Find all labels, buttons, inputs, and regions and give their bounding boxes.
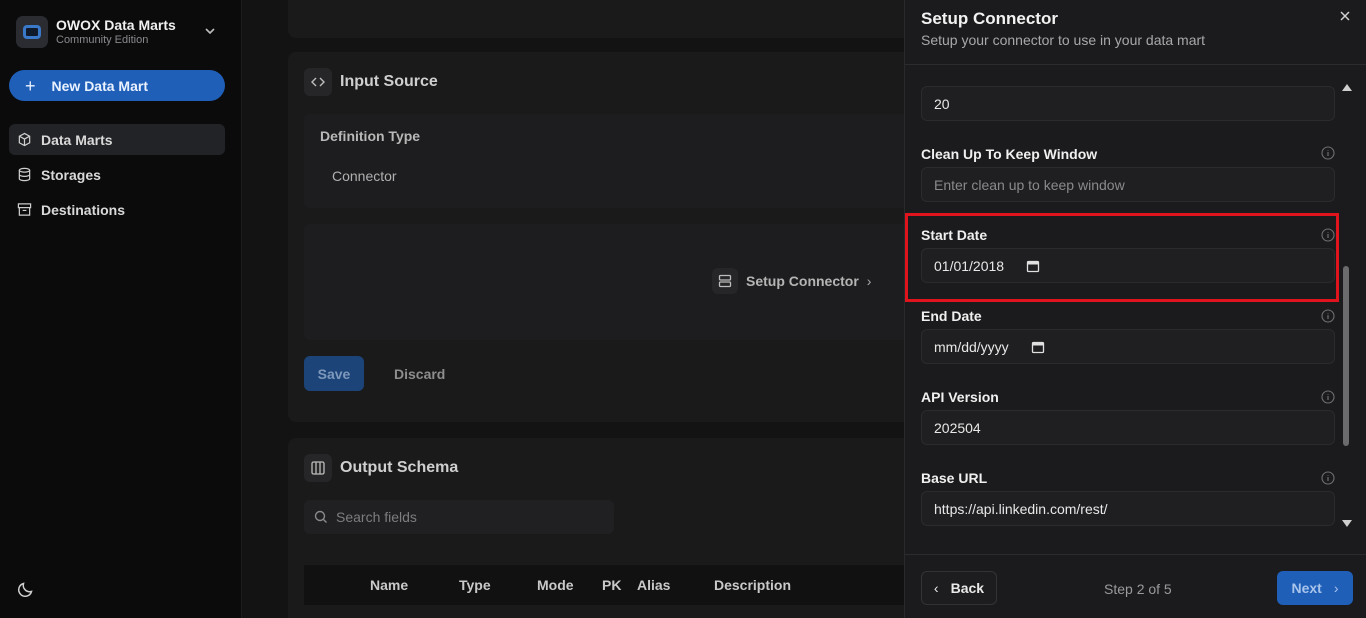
- discard-button[interactable]: Discard: [394, 356, 445, 391]
- columns-icon: [304, 454, 332, 482]
- chevron-down-icon[interactable]: [202, 23, 218, 39]
- back-label: Back: [950, 580, 985, 596]
- input-source-title: Input Source: [340, 73, 438, 90]
- api-version-label: API Version: [921, 389, 999, 405]
- base-url-label: Base URL: [921, 470, 988, 486]
- archive-icon: [17, 203, 32, 216]
- start-date-value: 01/01/2018: [934, 257, 1005, 274]
- cleanup-window-label: Clean Up To Keep Window: [921, 146, 1098, 162]
- database-icon: [18, 167, 31, 182]
- brand-switcher[interactable]: OWOX Data Marts Community Edition: [16, 15, 226, 49]
- sidebar-nav: Data Marts Storages Destinations: [9, 124, 225, 229]
- save-button[interactable]: Save: [304, 356, 364, 391]
- app-root: OWOX Data Marts Community Edition + New …: [0, 0, 1366, 618]
- info-icon[interactable]: [1321, 309, 1335, 323]
- column-header-description[interactable]: Description: [714, 577, 791, 593]
- output-schema-title: Output Schema: [340, 459, 459, 476]
- sidebar-item-data-marts[interactable]: Data Marts: [9, 124, 225, 155]
- definition-type-label: Definition Type: [320, 128, 421, 144]
- top-card: [288, 0, 904, 38]
- close-icon[interactable]: [1337, 8, 1353, 24]
- step-indicator: Step 2 of 5: [1104, 581, 1172, 597]
- column-header-name[interactable]: Name: [370, 577, 408, 593]
- start-date-label: Start Date: [921, 227, 988, 243]
- new-data-mart-label: New Data Mart: [51, 77, 148, 94]
- calendar-icon[interactable]: [1026, 259, 1040, 273]
- drawer-scrollbar[interactable]: [1339, 80, 1353, 532]
- sidebar-item-label: Storages: [41, 166, 101, 183]
- scroll-down-arrow[interactable]: [1342, 520, 1352, 527]
- chevron-left-icon: ‹: [933, 580, 939, 596]
- moon-icon[interactable]: [17, 580, 35, 598]
- definition-type-block: Definition Type Connector: [304, 114, 904, 208]
- drawer-subtitle: Setup your connector to use in your data…: [921, 32, 1206, 48]
- api-version-input[interactable]: 202504: [921, 410, 1335, 445]
- schema-table-header: Name Type Mode PK Alias Description: [304, 565, 904, 605]
- info-icon[interactable]: [1321, 228, 1335, 242]
- search-placeholder: Search fields: [336, 509, 417, 525]
- search-icon: [314, 510, 327, 523]
- setup-connector-label: Setup Connector: [746, 273, 859, 289]
- start-date-input[interactable]: 01/01/2018: [921, 248, 1335, 283]
- next-label: Next: [1291, 580, 1322, 596]
- drawer-title: Setup Connector: [921, 9, 1058, 28]
- column-header-alias[interactable]: Alias: [637, 577, 670, 593]
- plus-icon: +: [25, 75, 36, 96]
- cube-icon: [18, 132, 31, 147]
- search-fields-input[interactable]: Search fields: [304, 500, 614, 534]
- drawer-header-divider: [905, 64, 1366, 65]
- calendar-icon[interactable]: [1031, 340, 1045, 354]
- info-icon[interactable]: [1321, 471, 1335, 485]
- sidebar-item-label: Destinations: [41, 201, 126, 218]
- sidebar: OWOX Data Marts Community Edition + New …: [0, 0, 242, 618]
- scrollbar-thumb[interactable]: [1343, 266, 1349, 446]
- sidebar-item-destinations[interactable]: Destinations: [9, 194, 225, 225]
- chevron-right-icon: ›: [1333, 580, 1339, 596]
- column-header-mode[interactable]: Mode: [537, 577, 574, 593]
- main-content: Input Source Definition Type Connector S…: [242, 0, 904, 618]
- new-data-mart-button[interactable]: + New Data Mart: [9, 70, 225, 101]
- owox-logo: [16, 16, 48, 48]
- base-url-input[interactable]: https://api.linkedin.com/rest/: [921, 491, 1335, 526]
- cleanup-window-input[interactable]: Enter clean up to keep window: [921, 167, 1335, 202]
- next-button[interactable]: Next ›: [1277, 571, 1353, 605]
- max-results-input[interactable]: 20: [921, 86, 1335, 121]
- drawer-footer-divider: [905, 554, 1366, 555]
- brand-title: OWOX Data Marts: [56, 17, 176, 33]
- setup-connector-link[interactable]: Setup Connector ›: [712, 268, 871, 294]
- info-icon[interactable]: [1321, 390, 1335, 404]
- back-button[interactable]: ‹ Back: [921, 571, 997, 605]
- column-header-type[interactable]: Type: [459, 577, 491, 593]
- input-source-card: Input Source Definition Type Connector S…: [288, 52, 904, 422]
- setup-connector-drawer: Setup Connector Setup your connector to …: [904, 0, 1366, 618]
- server-icon: [712, 268, 738, 294]
- output-schema-card: Output Schema Search fields Name Type Mo…: [288, 438, 904, 618]
- end-date-input[interactable]: mm/dd/yyyy: [921, 329, 1335, 364]
- sidebar-item-label: Data Marts: [41, 131, 113, 148]
- info-icon[interactable]: [1321, 146, 1335, 160]
- code-icon: [304, 68, 332, 96]
- brand-subtitle: Community Edition: [56, 34, 149, 46]
- connector-area: Setup Connector ›: [304, 224, 904, 340]
- definition-type-select[interactable]: Connector: [332, 168, 397, 184]
- scroll-up-arrow[interactable]: [1342, 84, 1352, 91]
- sidebar-item-storages[interactable]: Storages: [9, 159, 225, 190]
- column-header-pk[interactable]: PK: [602, 577, 621, 593]
- chevron-right-icon: ›: [866, 273, 872, 289]
- end-date-label: End Date: [921, 308, 982, 324]
- end-date-value: mm/dd/yyyy: [934, 338, 1009, 355]
